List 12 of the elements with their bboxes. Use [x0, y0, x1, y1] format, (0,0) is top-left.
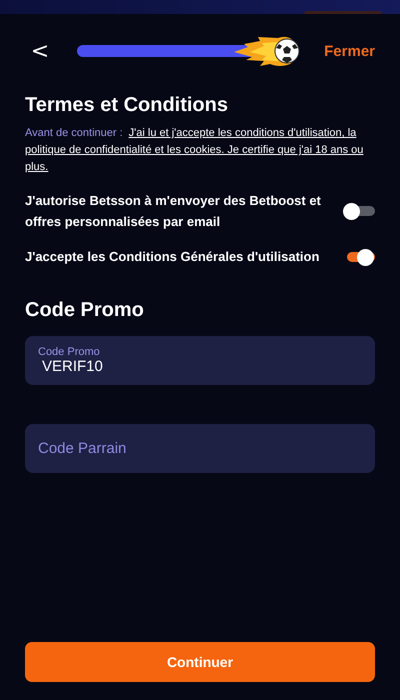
toggle-label: J'autorise Betsson à m'envoyer des Betboost et offres personnalisées par email — [25, 192, 322, 231]
terms-paragraph: Avant de continuer : J'ai lu et j'accepte les conditions d'utilisation, la politique de confidentialité et les cookies. Je certifie que j'ai 18 ans ou plus. — [25, 126, 364, 175]
close-button[interactable]: Fermer — [324, 42, 375, 60]
section-title: Code Promo — [25, 299, 145, 322]
promo-code-field[interactable]: Code Promo VERIF10 — [25, 336, 375, 385]
promo-code-input[interactable]: VERIF10 — [38, 358, 362, 375]
toggle-switch[interactable] — [343, 201, 375, 221]
field-label: Code Promo — [38, 346, 101, 358]
referral-code-field[interactable]: Code Parrain — [25, 424, 375, 473]
section-title: Termes et Conditions — [25, 94, 229, 117]
toggle-label: J'accepte les Conditions Générales d'utilisation — [25, 248, 320, 266]
back-button[interactable]: < — [25, 38, 55, 64]
